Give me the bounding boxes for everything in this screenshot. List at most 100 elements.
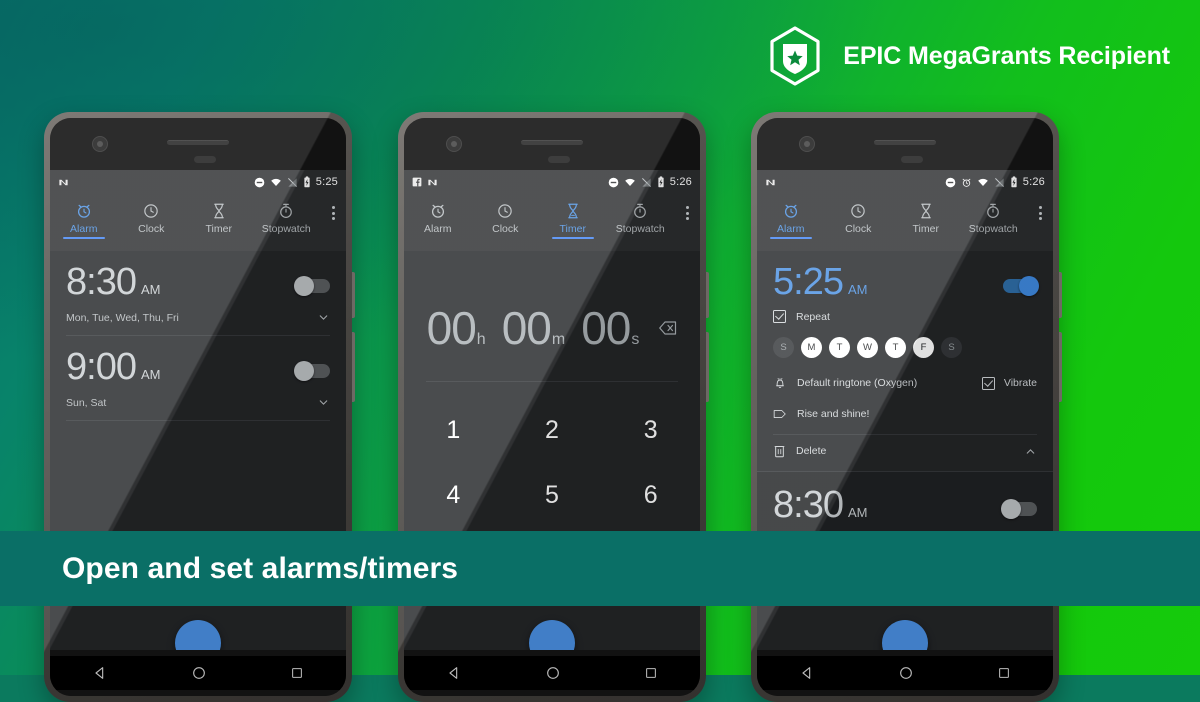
day-chip[interactable]: F	[913, 337, 934, 358]
alarm-toggle[interactable]	[294, 276, 330, 296]
tab-clock[interactable]: Clock	[825, 198, 893, 235]
phone-timer: 5:26 Alarm Clock Timer Stopwatch 00 h 00…	[398, 112, 709, 702]
day-chip[interactable]: S	[941, 337, 962, 358]
more-vertical-icon	[331, 206, 335, 220]
tab-alarm[interactable]: Alarm	[757, 198, 825, 239]
day-chip[interactable]: T	[829, 337, 850, 358]
timer-minutes: 00	[501, 302, 552, 354]
tab-alarm[interactable]: Alarm	[50, 198, 118, 239]
tab-clock[interactable]: Clock	[118, 198, 186, 235]
alarm-toggle[interactable]	[1003, 276, 1039, 296]
phone-top-bezel	[50, 118, 346, 170]
alarm-list-item[interactable]: 9:00 AM Sun, Sat	[50, 336, 346, 421]
power-button[interactable]	[706, 272, 709, 318]
recents-square-icon[interactable]	[644, 666, 658, 680]
signal-icon	[994, 177, 1004, 187]
vibrate-label: Vibrate	[1003, 377, 1037, 389]
earpiece-speaker	[521, 140, 583, 145]
add-alarm-fab[interactable]	[175, 620, 221, 650]
tab-timer[interactable]: Timer	[892, 198, 960, 235]
android-navigation-bar	[404, 656, 700, 690]
repeat-row[interactable]: Repeat	[773, 301, 1037, 332]
alarm-label-text: Rise and shine!	[797, 408, 870, 420]
alarm-toggle[interactable]	[1001, 499, 1037, 519]
power-button[interactable]	[1059, 272, 1062, 318]
backspace-icon[interactable]	[659, 321, 677, 335]
bell-ring-icon	[776, 378, 784, 389]
recents-square-icon[interactable]	[997, 666, 1011, 680]
phone-alarm-list: 5:25 Alarm Clock Timer Stopwatch 8:30 AM…	[44, 112, 355, 702]
vibrate-row[interactable]: Vibrate	[981, 376, 1037, 390]
add-alarm-fab[interactable]	[882, 620, 928, 650]
tab-stopwatch[interactable]: Stopwatch	[253, 198, 321, 235]
timer-seconds: 00	[581, 302, 631, 354]
ringtone-label: Default ringtone (Oxygen)	[797, 377, 918, 389]
volume-button[interactable]	[1059, 332, 1062, 402]
chevron-up-icon[interactable]	[1024, 445, 1037, 458]
status-time: 5:26	[1022, 176, 1045, 188]
alarm-list-item[interactable]: 8:30 AM Mon, Tue, Wed, Thu, Fri	[50, 251, 346, 336]
tab-timer[interactable]: Timer	[539, 198, 607, 239]
home-circle-icon[interactable]	[545, 665, 561, 681]
tab-timer-label: Timer	[205, 223, 232, 235]
alarm-toggle[interactable]	[294, 361, 330, 381]
signal-icon	[641, 177, 651, 187]
overflow-menu-button[interactable]	[320, 198, 346, 220]
chevron-down-icon[interactable]	[317, 396, 330, 409]
proximity-sensor	[901, 156, 923, 163]
caption-text: Open and set alarms/timers	[62, 551, 459, 585]
wifi-icon	[624, 178, 635, 186]
start-timer-fab[interactable]	[529, 620, 575, 650]
tab-alarm-label: Alarm	[777, 223, 805, 235]
overflow-menu-button[interactable]	[1027, 198, 1053, 220]
day-chip[interactable]: T	[885, 337, 906, 358]
tab-timer[interactable]: Timer	[185, 198, 253, 235]
timer-minutes-unit: m	[551, 331, 566, 348]
keypad-key[interactable]: 6	[601, 463, 700, 528]
android-nougat-icon	[428, 179, 437, 185]
more-vertical-icon	[685, 206, 689, 220]
volume-button[interactable]	[352, 332, 355, 402]
home-circle-icon[interactable]	[191, 665, 207, 681]
tab-clock-label: Clock	[492, 223, 519, 235]
phone-bottom-bezel	[404, 650, 700, 696]
keypad-key[interactable]: 5	[503, 463, 602, 528]
delete-row[interactable]: Delete	[773, 435, 1037, 467]
earpiece-speaker	[874, 140, 936, 145]
battery-charging-icon	[1011, 176, 1017, 188]
status-bar: 5:26	[757, 170, 1053, 194]
chevron-down-icon[interactable]	[317, 311, 330, 324]
vibrate-checkbox[interactable]	[981, 376, 995, 390]
tab-stopwatch[interactable]: Stopwatch	[607, 198, 675, 235]
clock-icon	[144, 204, 158, 218]
day-chip[interactable]: S	[773, 337, 794, 358]
day-chip[interactable]: M	[801, 337, 822, 358]
home-circle-icon[interactable]	[898, 665, 914, 681]
alarm-label-row[interactable]: Rise and shine!	[773, 399, 1037, 429]
volume-button[interactable]	[706, 332, 709, 402]
proximity-sensor	[194, 156, 216, 163]
back-triangle-icon[interactable]	[92, 665, 108, 681]
tab-clock[interactable]: Clock	[472, 198, 540, 235]
front-camera-icon	[446, 136, 462, 152]
alarm-ampm: AM	[140, 367, 161, 382]
keypad-key[interactable]: 4	[404, 463, 503, 528]
recents-square-icon[interactable]	[290, 666, 304, 680]
expanded-alarm-header[interactable]: 5:25 AM	[757, 251, 1053, 301]
do-not-disturb-icon	[254, 177, 265, 187]
power-button[interactable]	[352, 272, 355, 318]
keypad-key[interactable]: 2	[503, 398, 602, 463]
repeat-checkbox[interactable]	[773, 310, 786, 323]
more-vertical-icon	[1038, 206, 1042, 220]
tab-stopwatch[interactable]: Stopwatch	[960, 198, 1028, 235]
overflow-menu-button[interactable]	[674, 198, 700, 220]
day-chip[interactable]: W	[857, 337, 878, 358]
tab-stopwatch-label: Stopwatch	[615, 223, 665, 235]
keypad-key[interactable]: 1	[404, 398, 503, 463]
stopwatch-icon	[634, 203, 647, 218]
tab-alarm[interactable]: Alarm	[404, 198, 472, 235]
ringtone-row[interactable]: Default ringtone (Oxygen) Vibrate	[773, 367, 1037, 399]
back-triangle-icon[interactable]	[446, 665, 462, 681]
back-triangle-icon[interactable]	[799, 665, 815, 681]
keypad-key[interactable]: 3	[601, 398, 700, 463]
